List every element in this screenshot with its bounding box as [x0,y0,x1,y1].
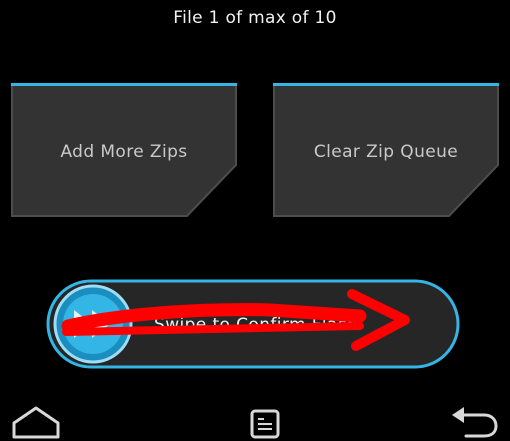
swipe-handle[interactable] [52,284,134,364]
add-more-zips-button[interactable]: Add More Zips [11,83,237,217]
back-arrow-icon[interactable] [448,405,500,439]
console-log-icon[interactable] [250,409,280,439]
clear-zip-queue-label: Clear Zip Queue [313,142,459,162]
home-icon[interactable] [10,405,62,439]
swipe-to-confirm-slider[interactable]: Swipe to Confirm Flash [46,279,460,369]
file-count-status: File 1 of max of 10 [173,8,337,28]
swipe-label: Swipe to Confirm Flash [154,315,359,335]
clear-zip-queue-button[interactable]: Clear Zip Queue [273,83,499,217]
add-more-zips-label: Add More Zips [60,142,188,162]
